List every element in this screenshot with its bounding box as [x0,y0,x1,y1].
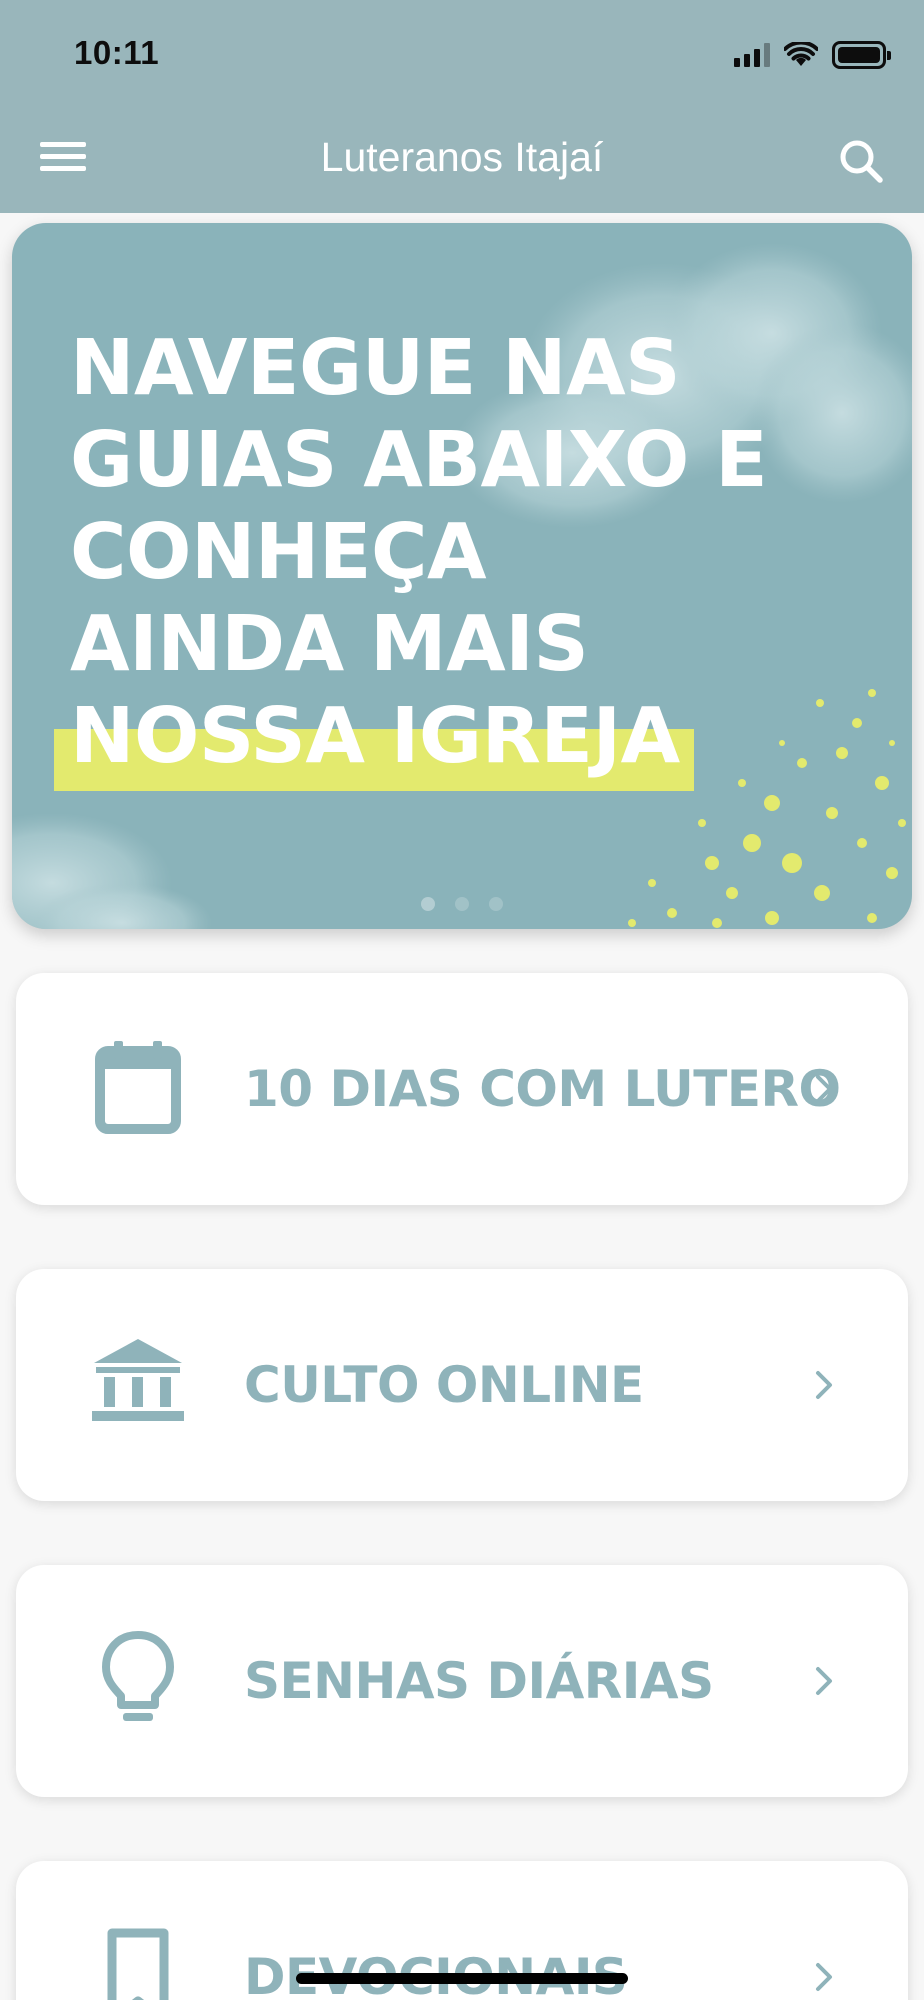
chevron-right-icon [816,1075,832,1103]
hero-line: CONHEÇA [70,508,487,597]
menu-card-label: CULTO ONLINE [244,1356,644,1414]
hero-line: GUIAS ABAIXO E [70,416,768,505]
page-dot[interactable] [455,897,469,911]
carousel-page-indicator [12,897,912,911]
hero-highlight-text: NOSSA IGREJA [70,692,680,781]
calendar-icon [95,1041,181,1134]
menu-card-label: 10 DIAS COM LUTERO [244,1060,841,1118]
hero-line: NAVEGUE NAS [70,324,681,413]
status-icons [734,40,891,70]
lightbulb-icon [102,1631,174,1721]
status-time: 10:11 [74,34,160,71]
chevron-right-icon [816,1371,832,1399]
hero-line: AINDA MAIS [70,600,589,689]
battery-icon [832,41,891,69]
menu-card-10-dias-com-lutero[interactable]: 10 DIAS COM LUTERO [16,973,908,1205]
wifi-icon [784,42,818,66]
chevron-right-icon [816,1667,832,1695]
hero-banner[interactable]: NAVEGUE NAS GUIAS ABAIXO E CONHEÇA AINDA… [12,223,912,929]
page-dot[interactable] [421,897,435,911]
cellular-signal-icon [734,43,770,67]
menu-card-label: SENHAS DIÁRIAS [244,1652,714,1710]
home-indicator[interactable] [296,1973,628,1984]
chevron-right-icon [816,1963,832,1991]
bookmark-icon [107,1928,169,2000]
menu-card-culto-online[interactable]: CULTO ONLINE [16,1269,908,1501]
menu-card-senhas-diarias[interactable]: SENHAS DIÁRIAS [16,1565,908,1797]
hero-headline: NAVEGUE NAS GUIAS ABAIXO E CONHEÇA AINDA… [54,323,830,791]
app-header: 10:11 Luteranos Itajaí [0,0,924,213]
hero-line-highlighted: NOSSA IGREJA [54,691,694,791]
app-title: Luteranos Itajaí [320,134,604,180]
church-building-icon [92,1339,184,1421]
search-icon[interactable] [836,136,886,186]
page-dot[interactable] [489,897,503,911]
app-screen: 10:11 Luteranos Itajaí NAVEGUE NAS GUIAS… [0,0,924,2000]
